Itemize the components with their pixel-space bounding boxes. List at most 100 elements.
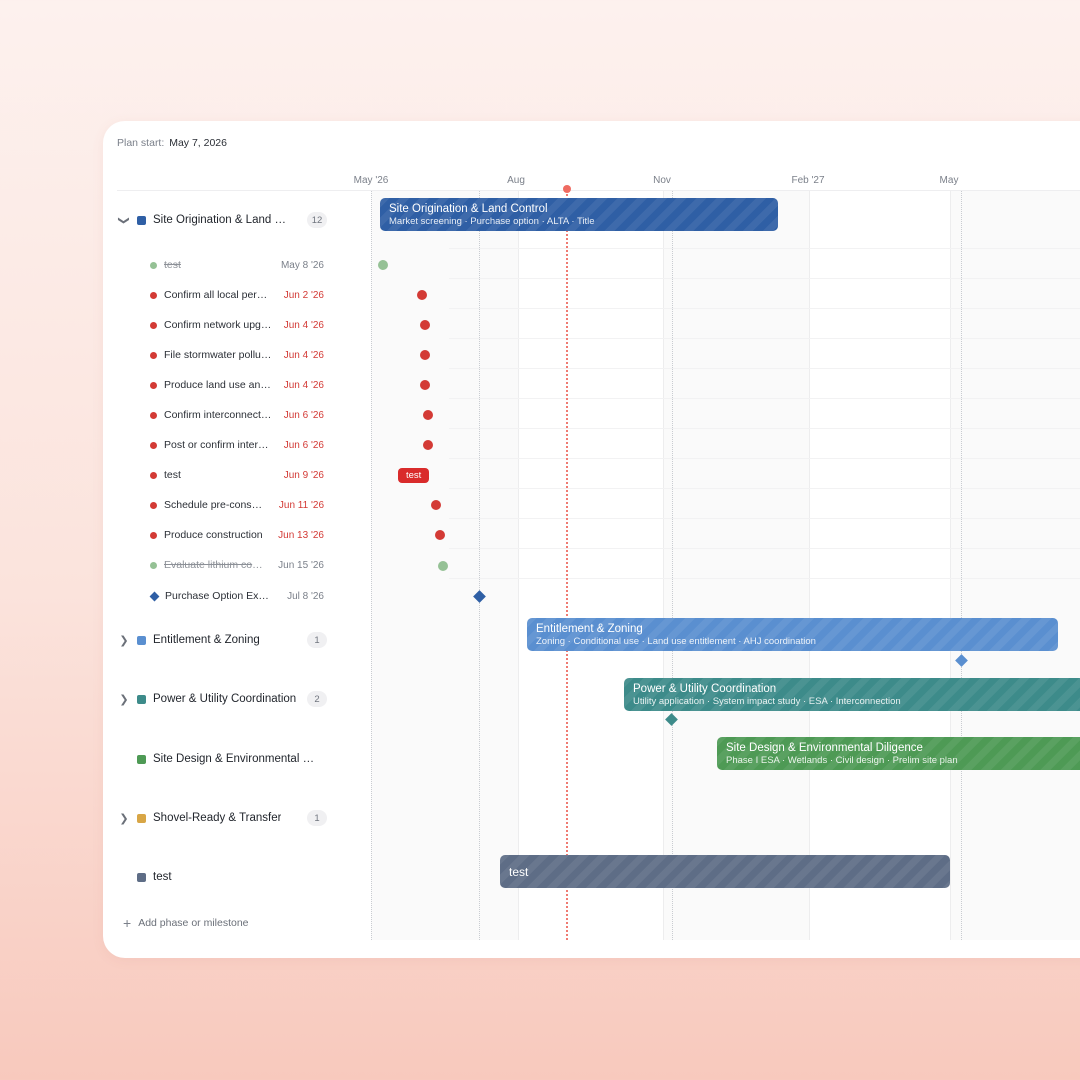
task-name: Post or confirm interconnection xyxy=(164,439,272,451)
chevron-right-icon[interactable]: ❯ xyxy=(117,693,131,706)
task-marker[interactable] xyxy=(417,290,427,300)
chevron-right-icon[interactable]: ❯ xyxy=(117,634,131,647)
row-divider xyxy=(449,428,1080,429)
task-count-badge: 1 xyxy=(307,810,327,826)
month-gridline xyxy=(371,190,372,940)
add-phase-button[interactable]: + Add phase or milestone xyxy=(123,915,249,931)
task-date: Jun 9 '26 xyxy=(283,469,324,481)
row-divider xyxy=(449,338,1080,339)
phase-color-swatch xyxy=(137,694,146,704)
phase-color-swatch xyxy=(137,635,146,645)
header-divider xyxy=(117,190,1080,191)
task-date: Jun 11 '26 xyxy=(278,499,324,511)
task-date: Jun 4 '26 xyxy=(283,349,324,361)
task-row[interactable]: File stormwater pollution plan Jun 4 '26 xyxy=(150,347,324,363)
row-divider xyxy=(449,518,1080,519)
task-marker[interactable] xyxy=(435,530,445,540)
task-row[interactable]: Produce land use analysis Jun 4 '26 xyxy=(150,377,324,393)
task-row[interactable]: Evaluate lithium compliance Jun 15 '26 xyxy=(150,557,324,573)
row-divider xyxy=(449,278,1080,279)
row-divider xyxy=(449,578,1080,579)
task-name: Produce land use analysis xyxy=(164,379,272,391)
task-row[interactable]: Produce construction Jun 13 '26 xyxy=(150,527,324,543)
status-dot xyxy=(150,471,157,479)
task-marker[interactable] xyxy=(438,561,448,571)
status-dot xyxy=(150,381,157,389)
task-row[interactable]: Confirm network upgrades Jun 4 '26 xyxy=(150,317,324,333)
month-gridline xyxy=(479,190,480,940)
timeline-area xyxy=(338,190,1080,940)
phase-name: Entitlement & Zoning xyxy=(153,634,260,646)
phase-row-site-design[interactable]: Site Design & Environmental Diligence xyxy=(117,749,327,769)
task-marker[interactable] xyxy=(420,350,430,360)
month-label: Nov xyxy=(653,175,671,186)
plan-start: Plan start: May 7, 2026 xyxy=(117,137,227,149)
phase-color-swatch xyxy=(137,872,146,882)
milestone-diamond-icon xyxy=(149,591,160,601)
plan-start-date[interactable]: May 7, 2026 xyxy=(169,137,227,149)
task-row[interactable]: Confirm interconnection Jun 6 '26 xyxy=(150,407,324,423)
task-row[interactable]: Schedule pre-construction Jun 11 '26 xyxy=(150,497,324,513)
task-row[interactable]: Post or confirm interconnection Jun 6 '2… xyxy=(150,437,324,453)
task-date: Jun 13 '26 xyxy=(278,529,324,541)
status-dot xyxy=(150,291,157,299)
task-row[interactable]: Confirm all local permits Jun 2 '26 xyxy=(150,287,324,303)
task-name: Confirm interconnection xyxy=(164,409,272,421)
chevron-right-icon[interactable]: ❯ xyxy=(117,812,131,825)
phase-bar-site-design[interactable]: Site Design & Environmental Diligence Ph… xyxy=(717,737,1080,770)
plus-icon: + xyxy=(123,915,132,931)
task-name: Confirm network upgrades xyxy=(164,319,272,331)
month-label: May xyxy=(939,175,959,186)
chevron-down-icon[interactable]: ❯ xyxy=(118,213,131,227)
task-date: Jun 2 '26 xyxy=(283,289,324,301)
status-dot xyxy=(150,501,157,509)
status-dot xyxy=(150,561,157,569)
phase-name: Site Design & Environmental Diligence xyxy=(153,753,318,765)
task-row[interactable]: test May 8 '26 xyxy=(150,257,324,273)
row-divider xyxy=(449,488,1080,489)
phase-row-site-origination[interactable]: ❯ Site Origination & Land Control 12 xyxy=(117,210,327,230)
milestone-row[interactable]: Purchase Option Execution Jul 8 '26 xyxy=(149,588,324,604)
quarter-gridline xyxy=(663,190,664,940)
task-marker[interactable] xyxy=(423,440,433,450)
gantt-card: Plan start: May 7, 2026 May '26 Aug Nov … xyxy=(103,121,1080,958)
timeline-band xyxy=(338,190,371,940)
task-marker[interactable] xyxy=(420,320,430,330)
status-dot xyxy=(150,351,157,359)
month-label: May '26 xyxy=(353,175,389,186)
phase-bar-site-origination[interactable]: Site Origination & Land Control Market s… xyxy=(380,198,778,231)
task-pill[interactable]: test xyxy=(398,468,430,483)
status-dot xyxy=(150,321,157,329)
task-count-badge: 2 xyxy=(307,691,327,707)
task-marker[interactable] xyxy=(431,500,441,510)
task-count-badge: 1 xyxy=(307,632,327,648)
timeline-band xyxy=(809,190,950,940)
today-line xyxy=(566,187,568,940)
task-marker[interactable] xyxy=(420,380,430,390)
task-marker[interactable] xyxy=(378,260,388,270)
phase-row-power-utility[interactable]: ❯ Power & Utility Coordination 2 xyxy=(117,689,327,709)
row-divider xyxy=(449,248,1080,249)
phase-color-swatch xyxy=(137,754,146,764)
phase-row-shovel-ready[interactable]: ❯ Shovel-Ready & Transfer 1 xyxy=(117,808,327,828)
phase-bar-test[interactable]: test xyxy=(500,855,950,888)
phase-bar-power-utility[interactable]: Power & Utility Coordination Utility app… xyxy=(624,678,1080,711)
phase-bar-entitlement[interactable]: Entitlement & Zoning Zoning · Conditiona… xyxy=(527,618,1058,651)
task-row[interactable]: test Jun 9 '26 xyxy=(150,467,324,483)
phase-row-entitlement[interactable]: ❯ Entitlement & Zoning 1 xyxy=(117,630,327,650)
task-marker[interactable] xyxy=(423,410,433,420)
status-dot xyxy=(150,441,157,449)
task-name: Schedule pre-construction xyxy=(164,499,264,511)
task-date: Jul 8 '26 xyxy=(287,590,324,602)
phase-color-swatch xyxy=(137,215,146,225)
phase-color-swatch xyxy=(137,813,146,823)
month-label: Feb '27 xyxy=(791,175,825,186)
phase-name: Shovel-Ready & Transfer xyxy=(153,812,282,824)
task-name: Purchase Option Execution xyxy=(165,590,273,602)
task-name: test xyxy=(164,469,181,481)
phase-row-test[interactable]: test xyxy=(117,867,327,887)
row-divider xyxy=(449,548,1080,549)
today-marker xyxy=(563,185,571,193)
row-divider xyxy=(449,308,1080,309)
task-name: Evaluate lithium compliance xyxy=(164,559,264,571)
